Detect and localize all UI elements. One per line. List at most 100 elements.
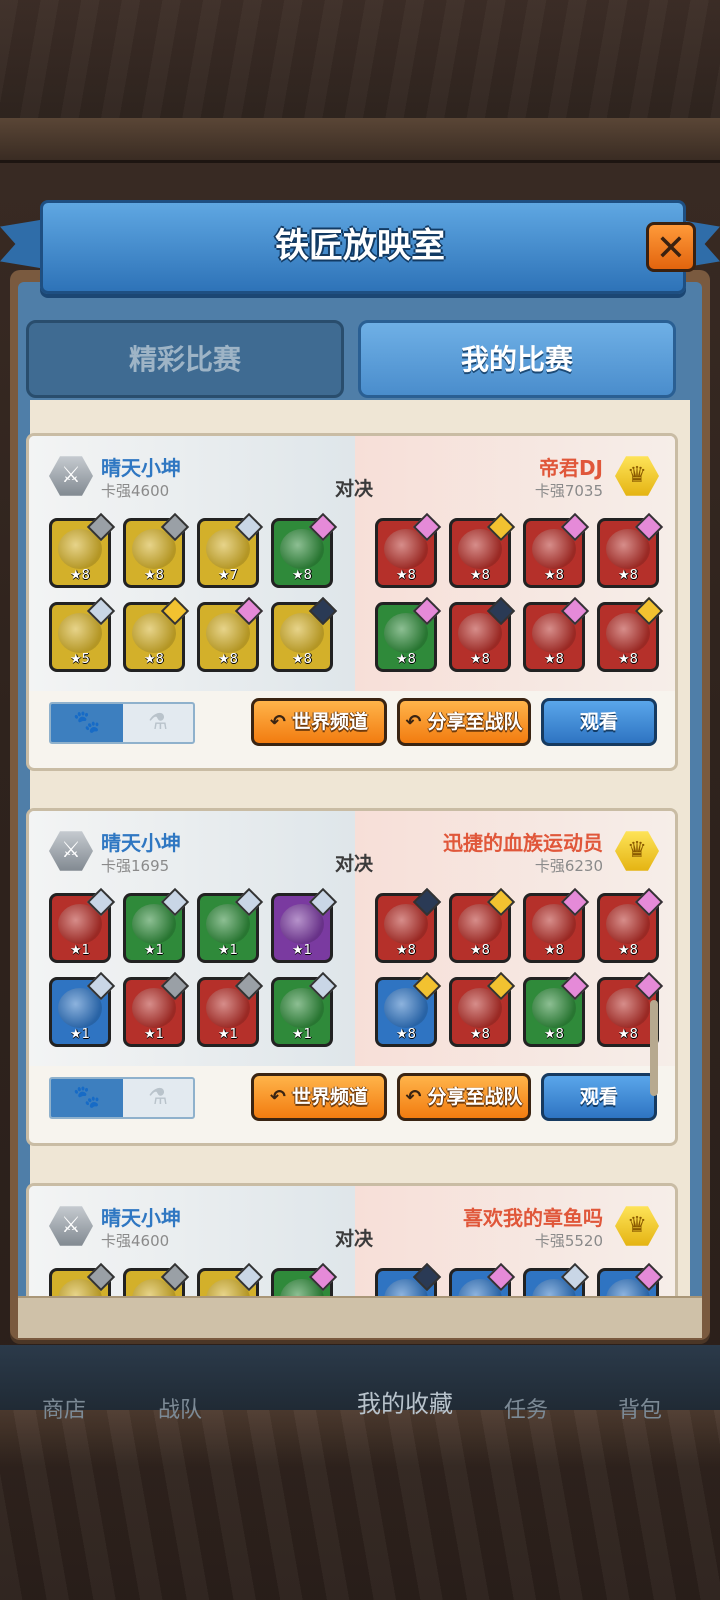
unit-star-level: ★8 bbox=[618, 568, 638, 583]
right-unit-card[interactable]: ★8 bbox=[375, 971, 442, 1047]
unit-star-level: ★1 bbox=[70, 1027, 90, 1042]
share-arrow-icon: ↶ bbox=[405, 1086, 422, 1108]
left-unit-card[interactable]: ★1 bbox=[271, 971, 338, 1047]
nav-team[interactable]: 战队 bbox=[158, 1392, 202, 1424]
dialog-title: 铁匠放映室 bbox=[275, 226, 445, 266]
share-world-button[interactable]: ↶ 世界频道 bbox=[251, 1073, 387, 1121]
unit-star-level: ★8 bbox=[544, 943, 564, 958]
right-unit-card[interactable]: ★8 bbox=[449, 887, 516, 963]
left-player-name[interactable]: 晴天小坤 bbox=[101, 827, 181, 856]
right-unit-card[interactable]: ★8 bbox=[523, 887, 590, 963]
right-player-power: 卡强5520 bbox=[534, 1232, 603, 1250]
left-unit-card[interactable]: ★8 bbox=[123, 512, 190, 588]
share-world-button[interactable]: ↶ 世界频道 bbox=[251, 698, 387, 746]
right-player-power: 卡强7035 bbox=[534, 482, 603, 500]
right-unit-card[interactable]: ★8 bbox=[449, 596, 516, 672]
share-team-button[interactable]: ↶ 分享至战队 bbox=[397, 1073, 531, 1121]
unit-star-level: ★8 bbox=[470, 652, 490, 667]
right-player-name[interactable]: 迅捷的血族运动员 bbox=[443, 827, 603, 856]
unit-star-level: ★8 bbox=[470, 568, 490, 583]
right-unit-card[interactable]: ★8 bbox=[597, 596, 664, 672]
unit-star-level: ★1 bbox=[292, 943, 312, 958]
share-arrow-icon: ↶ bbox=[405, 711, 422, 733]
unit-star-level: ★7 bbox=[218, 568, 238, 583]
unit-star-level: ★1 bbox=[218, 943, 238, 958]
panel-bottom-edge bbox=[18, 1296, 702, 1338]
watch-button[interactable]: 观看 bbox=[541, 698, 657, 746]
view-toggle[interactable]: 🐾 ⚗ bbox=[49, 1077, 195, 1119]
paw-icon[interactable]: 🐾 bbox=[51, 704, 123, 742]
left-unit-card[interactable]: ★8 bbox=[123, 596, 190, 672]
nav-tasks[interactable]: 任务 bbox=[504, 1392, 548, 1424]
left-unit-card[interactable]: ★1 bbox=[123, 971, 190, 1047]
left-player-power: 卡强4600 bbox=[101, 482, 170, 500]
right-unit-card[interactable]: ★8 bbox=[523, 971, 590, 1047]
unit-star-level: ★8 bbox=[544, 1027, 564, 1042]
right-unit-card[interactable]: ★8 bbox=[597, 512, 664, 588]
unit-star-level: ★5 bbox=[70, 652, 90, 667]
nav-shop[interactable]: 商店 bbox=[42, 1392, 86, 1424]
view-toggle[interactable]: 🐾 ⚗ bbox=[49, 702, 195, 744]
right-player-name[interactable]: 帝君DJ bbox=[539, 452, 603, 481]
share-arrow-icon: ↶ bbox=[270, 711, 286, 733]
left-unit-card[interactable]: ★7 bbox=[197, 512, 264, 588]
potion-icon[interactable]: ⚗ bbox=[123, 704, 193, 742]
left-unit-card[interactable]: ★1 bbox=[49, 971, 116, 1047]
unit-star-level: ★8 bbox=[70, 568, 90, 583]
vs-label: 对决 bbox=[335, 1228, 374, 1250]
unit-star-level: ★8 bbox=[218, 652, 238, 667]
unit-star-level: ★1 bbox=[292, 1027, 312, 1042]
left-unit-card[interactable]: ★8 bbox=[271, 512, 338, 588]
left-player-power: 卡强4600 bbox=[101, 1232, 170, 1250]
left-player-name[interactable]: 晴天小坤 bbox=[101, 1202, 181, 1231]
paw-icon[interactable]: 🐾 bbox=[51, 1079, 123, 1117]
nav-bag[interactable]: 背包 bbox=[618, 1392, 662, 1424]
left-unit-card[interactable]: ★1 bbox=[49, 887, 116, 963]
vs-label: 对决 bbox=[335, 853, 374, 875]
watch-button[interactable]: 观看 bbox=[541, 1073, 657, 1121]
potion-icon[interactable]: ⚗ bbox=[123, 1079, 193, 1117]
unit-star-level: ★8 bbox=[396, 568, 416, 583]
left-player-name[interactable]: 晴天小坤 bbox=[101, 452, 181, 481]
tab-my-matches[interactable]: 我的比赛 bbox=[358, 320, 676, 398]
tab-highlight-matches[interactable]: 精彩比赛 bbox=[26, 320, 344, 398]
unit-star-level: ★8 bbox=[470, 943, 490, 958]
unit-star-level: ★8 bbox=[396, 1027, 416, 1042]
right-unit-card[interactable]: ★8 bbox=[597, 887, 664, 963]
left-unit-card[interactable]: ★1 bbox=[123, 887, 190, 963]
right-unit-card[interactable]: ★8 bbox=[523, 512, 590, 588]
left-unit-card[interactable]: ★1 bbox=[271, 887, 338, 963]
right-unit-card[interactable]: ★8 bbox=[449, 971, 516, 1047]
right-player-name[interactable]: 喜欢我的章鱼吗 bbox=[463, 1202, 603, 1231]
right-player-power: 卡强6230 bbox=[534, 857, 603, 875]
left-unit-card[interactable]: ★8 bbox=[197, 596, 264, 672]
scrollbar[interactable] bbox=[650, 1000, 658, 1096]
close-button[interactable]: ✕ bbox=[646, 222, 696, 272]
unit-star-level: ★8 bbox=[470, 1027, 490, 1042]
left-unit-card[interactable]: ★8 bbox=[271, 596, 338, 672]
unit-star-level: ★8 bbox=[292, 652, 312, 667]
left-unit-card[interactable]: ★8 bbox=[49, 512, 116, 588]
wood-trim bbox=[0, 118, 720, 163]
left-unit-card[interactable]: ★1 bbox=[197, 971, 264, 1047]
nav-collection[interactable]: 我的收藏 bbox=[357, 1384, 453, 1419]
unit-star-level: ★8 bbox=[618, 1027, 638, 1042]
right-unit-card[interactable]: ★8 bbox=[523, 596, 590, 672]
unit-star-level: ★8 bbox=[292, 568, 312, 583]
right-unit-card[interactable]: ★8 bbox=[375, 596, 442, 672]
right-unit-card[interactable]: ★8 bbox=[375, 887, 442, 963]
left-unit-card[interactable]: ★5 bbox=[49, 596, 116, 672]
unit-star-level: ★8 bbox=[396, 652, 416, 667]
unit-star-level: ★1 bbox=[144, 1027, 164, 1042]
vs-label: 对决 bbox=[335, 478, 374, 500]
share-arrow-icon: ↶ bbox=[270, 1086, 286, 1108]
unit-star-level: ★8 bbox=[544, 568, 564, 583]
share-team-button[interactable]: ↶ 分享至战队 bbox=[397, 698, 531, 746]
left-unit-card[interactable]: ★1 bbox=[197, 887, 264, 963]
right-unit-card[interactable]: ★8 bbox=[449, 512, 516, 588]
right-unit-card[interactable]: ★8 bbox=[375, 512, 442, 588]
unit-star-level: ★8 bbox=[396, 943, 416, 958]
unit-star-level: ★8 bbox=[144, 652, 164, 667]
match-card: ⚔ 晴天小坤 卡强4600 对决 ♛ 帝君DJ 卡强7035 ★8 ★8 ★7 bbox=[26, 433, 678, 771]
unit-star-level: ★8 bbox=[544, 652, 564, 667]
